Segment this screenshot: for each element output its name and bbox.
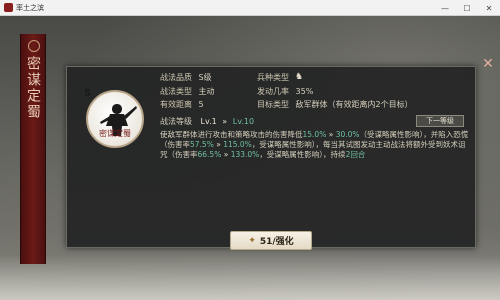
level-next: Lv.10 [232,117,255,126]
desc-arrow-3: » [223,150,229,159]
trigger-label: 发动几率 [257,87,289,96]
desc-value-2b: 115.0% [223,140,252,149]
type-row: 战法类型 主动 [160,86,215,97]
skill-grade-badge: S [84,88,92,99]
trigger-row: 发动几率 35% [257,86,313,97]
troop-label: 兵种类型 [257,73,289,82]
type-value: 主动 [198,87,215,96]
maximize-button[interactable]: ☐ [456,0,478,16]
level-arrow: » [222,117,228,126]
minimize-button[interactable]: — [434,0,456,16]
quality-label: 战法品质 [160,73,192,82]
quality-row: 战法品质 S级 [160,72,212,83]
type-label: 战法类型 [160,87,192,96]
upgrade-icon: ✦ [248,235,256,246]
level-label: 战法等级 [160,117,192,126]
upgrade-button-label: 51/强化 [259,237,294,247]
level-current: Lv.1 [200,117,217,126]
target-label: 目标类型 [257,100,289,109]
window-title: 率土之滨 [16,3,44,12]
desc-value-4: 2回合 [345,150,366,159]
app-logo-icon [4,3,13,12]
quality-value: S级 [198,73,212,82]
range-value: 5 [198,100,204,109]
next-level-button-label: 下一等级 [426,117,454,125]
desc-value-1a: 15.0% [302,130,327,139]
upgrade-skill-button[interactable]: ✦ 51/强化 [230,231,312,250]
skill-description: 使敌军群体进行攻击和策略攻击的伤害降低15.0% » 30.0%（受谋略属性影响… [160,130,472,160]
desc-value-1b: 30.0% [335,130,360,139]
trigger-value: 35% [295,87,314,96]
desc-value-2a: 57.5% [190,140,214,149]
window-close-button[interactable]: ✕ [478,0,500,16]
desc-arrow-2: » [216,140,221,149]
desc-text-4: ，受谋略属性影响），持续 [259,150,346,159]
desc-value-3a: 66.5% [197,150,222,159]
desc-arrow-1: » [328,130,334,139]
close-icon[interactable]: ✕ [481,57,495,71]
banner-knot-icon [28,40,40,52]
target-row: 目标类型 敌军群体（有效距离内2个目标） [257,99,413,110]
skill-icon [86,90,144,148]
window-titlebar: 率土之滨 — ☐ ✕ [0,0,500,16]
banner-title: 密谋定蜀 [25,56,41,120]
skill-banner: 密谋定蜀 [20,34,46,264]
skill-level-row: 战法等级 Lv.1 » Lv.10 [160,116,254,127]
scene-bottom-haze [0,255,500,300]
range-row: 有效距离 5 [160,99,204,110]
desc-text-1: 使敌军群体进行攻击和策略攻击的伤害降低 [160,130,303,139]
next-level-button[interactable]: 下一等级 [416,115,464,127]
troop-row: 兵种类型 [257,72,289,83]
skill-icon-name: 密谋定蜀 [99,129,131,138]
range-label: 有效距离 [160,100,192,109]
desc-value-3b: 133.0% [230,150,260,159]
warrior-silhouette-icon [100,104,137,136]
window-controls: — ☐ ✕ [434,0,500,16]
troop-type-icon: ♞ [295,72,304,82]
target-value: 敌军群体（有效距离内2个目标） [295,100,413,109]
